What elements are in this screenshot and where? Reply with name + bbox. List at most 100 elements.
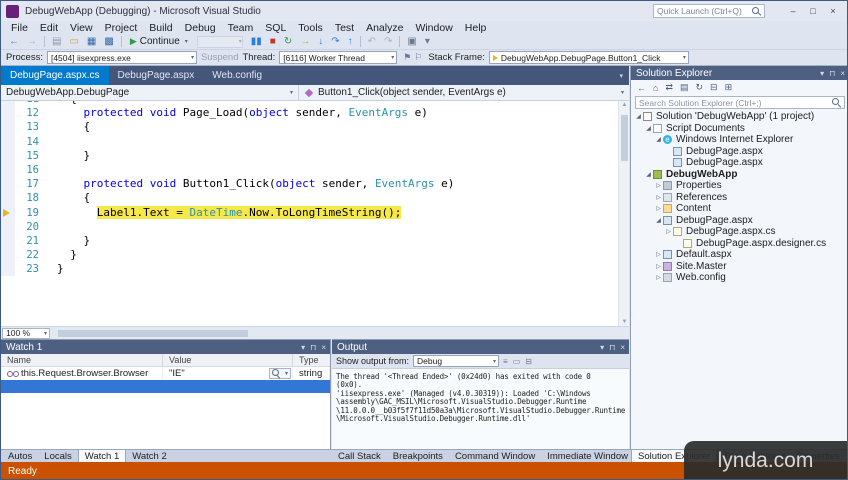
open-file-icon[interactable]: ▭ [65,35,82,49]
tree-item-debugwebapp[interactable]: ◢ DebugWebApp [631,169,847,181]
tab-debugpage-aspx[interactable]: DebugPage.aspx [109,66,204,85]
quick-launch-input[interactable]: Quick Launch (Ctrl+Q) [653,4,765,18]
scrollbar-thumb[interactable] [621,115,628,161]
menu-file[interactable]: File [5,22,34,34]
tab-debugpage-aspx-cs[interactable]: DebugPage.aspx.cs [1,66,109,85]
tree-collapsed-arrow-icon[interactable]: ▷ [654,205,663,212]
tree-collapsed-arrow-icon[interactable]: ▷ [654,263,663,270]
tree-collapsed-arrow-icon[interactable]: ▷ [654,194,663,201]
toolbar-options-icon[interactable]: ▾ [421,35,434,49]
code-line-20[interactable]: 20 [1,219,629,234]
minimize-button[interactable]: – [783,6,803,16]
zoom-control[interactable]: 100 % ▾ [2,327,50,339]
breakpoint-margin[interactable] [1,120,15,135]
new-file-icon[interactable]: ▤ [48,35,65,49]
breakpoint-margin[interactable] [1,177,15,192]
save-icon[interactable]: ▦ [83,35,100,49]
breakpoint-margin[interactable] [1,205,15,220]
collapse-all-icon[interactable]: ⊟ [710,82,718,93]
tree-expanded-arrow-icon[interactable]: ◢ [634,113,643,120]
code-line-15[interactable]: 15 } [1,148,629,163]
code-line-21[interactable]: 21 } [1,233,629,249]
scroll-up-icon[interactable]: ▲ [621,102,628,108]
menu-window[interactable]: Window [409,22,458,34]
tree-expanded-arrow-icon[interactable]: ◢ [644,125,653,132]
tree-item-debugpage-aspx-cs[interactable]: ▷ DebugPage.aspx.cs [631,226,847,238]
clear-all-icon[interactable]: ▭ [513,357,521,366]
tree-item-content[interactable]: ▷ Content [631,203,847,215]
pin-icon[interactable]: ⊓ [829,69,835,78]
breakpoint-margin[interactable] [1,106,15,121]
menu-help[interactable]: Help [459,22,493,34]
column-header-type[interactable]: Type [293,354,330,366]
breakpoint-margin[interactable] [1,262,15,277]
watch-row[interactable]: this.Request.Browser.Browser "IE" ▾ string [1,367,330,380]
breakpoint-margin[interactable] [1,248,15,263]
value-visualizer-button[interactable]: ▾ [268,368,291,379]
stack-frame-combo[interactable]: DebugWebApp.DebugPage.Button1_Click ▾ [488,51,689,64]
tree-collapsed-arrow-icon[interactable]: ▷ [654,251,663,258]
watch-value-cell[interactable]: "IE" ▾ [163,367,293,380]
pin-icon[interactable]: ⊓ [310,343,316,352]
horizontal-scrollbar[interactable] [58,329,248,337]
tree-item-solution-debugwebapp-1-project[interactable]: ◢ Solution 'DebugWebApp' (1 project) [631,111,847,123]
code-editor[interactable]: 11 {12 protected void Page_Load(object s… [1,101,629,326]
tree-item-site-master[interactable]: ▷ Site.Master [631,261,847,273]
output-text[interactable]: The thread '<Thread Ended>' (0x24d0) has… [332,369,629,423]
code-line-19[interactable]: 19 Label1.Text = DateTime.Now.ToLongTime… [1,205,629,220]
tree-collapsed-arrow-icon[interactable]: ▷ [654,182,663,189]
tree-item-debugpage-aspx[interactable]: DebugPage.aspx [631,146,847,158]
tree-item-debugpage-aspx-designer-cs[interactable]: DebugPage.aspx.designer.cs [631,238,847,250]
tree-item-script-documents[interactable]: ◢ Script Documents [631,123,847,135]
window-position-icon[interactable]: ▾ [820,69,824,78]
navigate-back-icon[interactable]: ← [5,35,23,49]
back-icon[interactable]: ← [637,83,646,93]
step-into-icon[interactable]: ↓ [314,35,327,49]
pin-icon[interactable]: ⊓ [609,343,615,352]
tree-collapsed-arrow-icon[interactable]: ▷ [654,274,663,281]
menu-tools[interactable]: Tools [292,22,329,34]
menu-view[interactable]: View [64,22,99,34]
menu-sql[interactable]: SQL [259,22,292,34]
menu-build[interactable]: Build [143,22,178,34]
active-files-chevron-icon[interactable]: ▾ [619,72,623,80]
code-line-22[interactable]: 22 } [1,248,629,263]
menu-edit[interactable]: Edit [34,22,64,34]
code-line-13[interactable]: 13 { [1,120,629,135]
break-all-icon[interactable]: ▮▮ [247,35,266,49]
toggle-word-wrap-icon[interactable]: ⊟ [525,357,532,366]
tree-expanded-arrow-icon[interactable]: ◢ [654,136,663,143]
menu-team[interactable]: Team [222,22,260,34]
tree-item-debugpage-aspx[interactable]: ◢ DebugPage.aspx [631,215,847,227]
breadcrumb-type-dropdown[interactable]: DebugWebApp.DebugPage ▾ [1,85,299,100]
breakpoint-margin[interactable] [1,191,15,206]
show-flagged-threads-icon[interactable]: ⚑ [403,52,411,63]
save-all-icon[interactable]: ▩ [100,35,117,49]
tree-item-windows-internet-explorer[interactable]: ◢ Windows Internet Explorer [631,134,847,146]
step-out-icon[interactable]: ↑ [344,35,357,49]
menu-analyze[interactable]: Analyze [360,22,409,34]
close-icon[interactable]: × [840,69,845,78]
tree-item-references[interactable]: ▷ References [631,192,847,204]
close-icon[interactable]: × [321,343,326,352]
breakpoint-margin[interactable] [1,219,15,234]
tree-item-web-config[interactable]: ▷ Web.config [631,272,847,284]
code-line-17[interactable]: 17 protected void Button1_Click(object s… [1,177,629,192]
breakpoint-margin[interactable] [1,162,15,178]
window-position-icon[interactable]: ▾ [600,343,604,352]
watch-name-cell[interactable]: this.Request.Browser.Browser [1,367,163,380]
breakpoint-margin[interactable] [1,134,15,149]
thread-combo[interactable]: [6116] Worker Thread ▾ [279,51,398,64]
find-in-files-icon[interactable]: ▣ [403,35,420,49]
tree-item-debugpage-aspx[interactable]: DebugPage.aspx [631,157,847,169]
code-line-16[interactable]: 16 [1,162,629,178]
code-line-14[interactable]: 14 [1,134,629,149]
breakpoint-margin[interactable] [1,148,15,163]
tree-expanded-arrow-icon[interactable]: ◢ [644,171,653,178]
switch-views-icon[interactable]: ⇄ [665,82,673,93]
close-icon[interactable]: × [620,343,625,352]
show-next-statement-icon[interactable]: → [296,35,314,49]
show-all-files-icon[interactable]: ▤ [680,82,689,93]
maximize-button[interactable]: □ [803,6,823,16]
stop-debugging-icon[interactable]: ■ [266,35,280,49]
